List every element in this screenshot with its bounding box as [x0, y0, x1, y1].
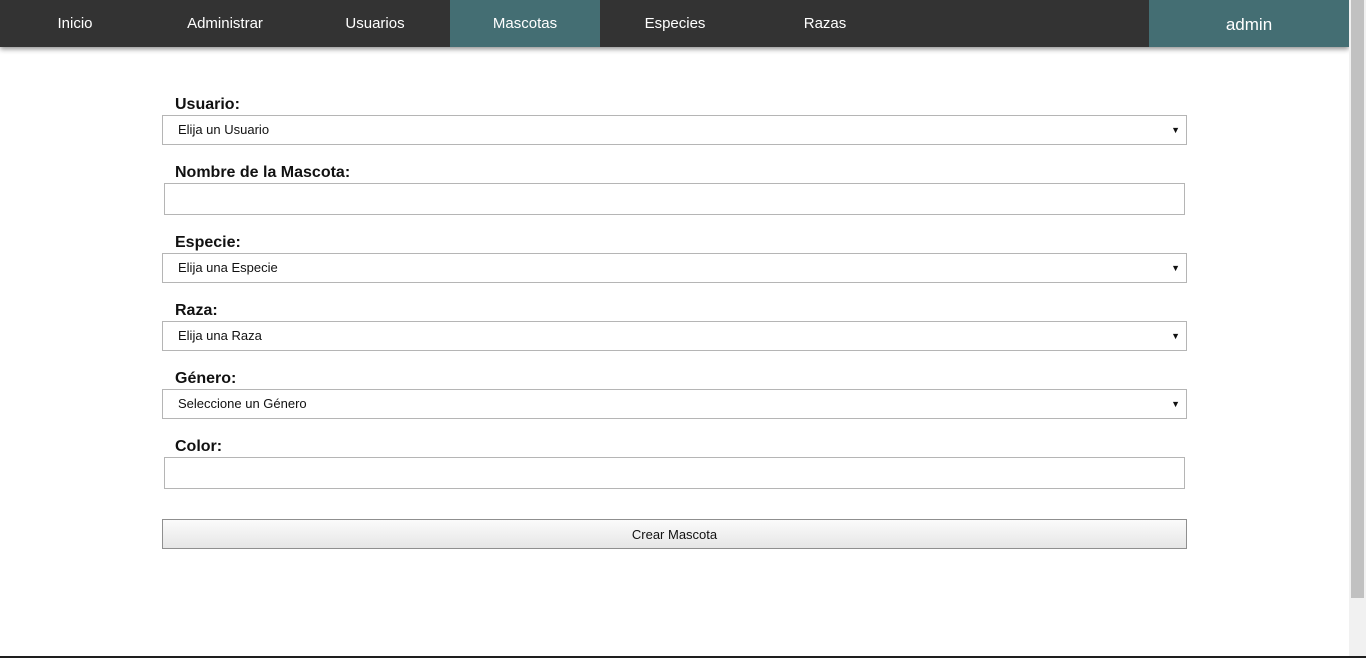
- nav-item-mascotas[interactable]: Mascotas: [450, 0, 600, 47]
- especie-select-value: Elija una Especie: [178, 260, 278, 275]
- page: Inicio Administrar Usuarios Mascotas Esp…: [0, 0, 1366, 658]
- color-input[interactable]: [164, 457, 1185, 489]
- chevron-down-icon: ▼: [1171, 263, 1180, 273]
- raza-select-value: Elija una Raza: [178, 328, 262, 343]
- nav-item-razas[interactable]: Razas: [750, 0, 900, 47]
- color-label: Color:: [175, 438, 223, 455]
- top-navbar: Inicio Administrar Usuarios Mascotas Esp…: [0, 0, 1349, 47]
- chevron-down-icon: ▼: [1171, 125, 1180, 135]
- usuario-label: Usuario:: [175, 96, 240, 113]
- chevron-down-icon: ▼: [1171, 331, 1180, 341]
- genero-label: Género:: [175, 370, 237, 387]
- raza-select[interactable]: Elija una Raza ▼: [162, 321, 1187, 351]
- nav-item-administrar[interactable]: Administrar: [150, 0, 300, 47]
- usuario-select[interactable]: Elija un Usuario ▼: [162, 115, 1187, 145]
- usuario-select-value: Elija un Usuario: [178, 122, 270, 137]
- crear-mascota-button[interactable]: Crear Mascota: [162, 519, 1187, 549]
- especie-label: Especie:: [175, 234, 241, 251]
- nav-item-inicio[interactable]: Inicio: [0, 0, 150, 47]
- nav-item-especies[interactable]: Especies: [600, 0, 750, 47]
- nav-item-usuarios[interactable]: Usuarios: [300, 0, 450, 47]
- nombre-mascota-input[interactable]: [164, 183, 1185, 215]
- especie-select[interactable]: Elija una Especie ▼: [162, 253, 1187, 283]
- scrollbar-thumb[interactable]: [1351, 0, 1364, 598]
- nombre-mascota-label: Nombre de la Mascota:: [175, 164, 351, 181]
- genero-select[interactable]: Seleccione un Género ▼: [162, 389, 1187, 419]
- chevron-down-icon: ▼: [1171, 399, 1180, 409]
- nav-user-admin[interactable]: admin: [1149, 0, 1349, 47]
- genero-select-value: Seleccione un Género: [178, 396, 307, 411]
- raza-label: Raza:: [175, 302, 218, 319]
- vertical-scrollbar[interactable]: [1349, 0, 1366, 656]
